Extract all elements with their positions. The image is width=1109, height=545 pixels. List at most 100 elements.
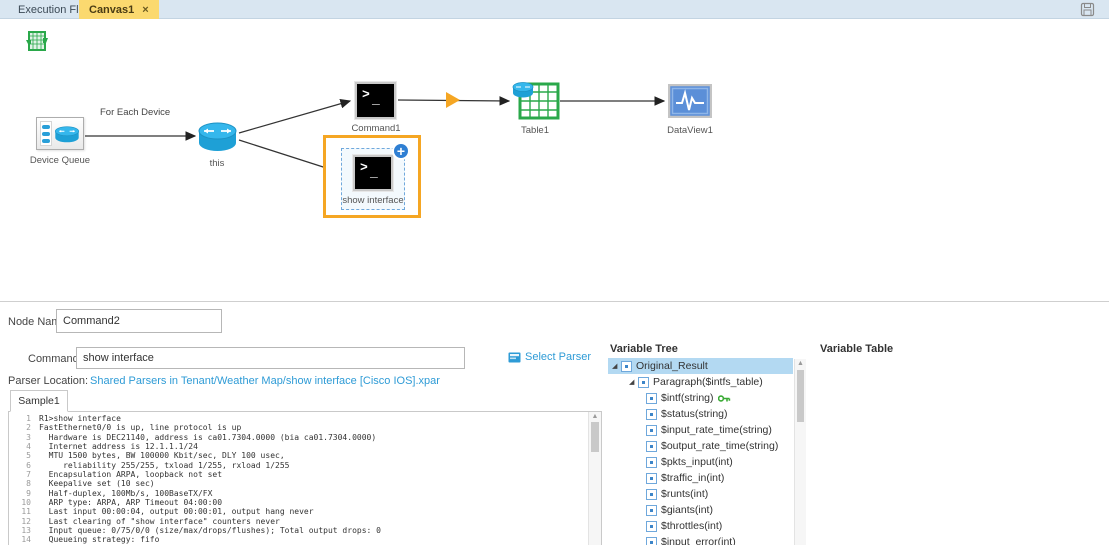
router-icon bbox=[54, 126, 80, 143]
node-dataview1-label: DataView1 bbox=[667, 125, 713, 136]
node-command1[interactable]: > _ bbox=[354, 81, 397, 120]
tree-item-label: $input_rate_time(string) bbox=[661, 424, 772, 436]
add-node-icon[interactable]: + bbox=[392, 142, 410, 160]
tree-item[interactable]: $throttles(int) bbox=[608, 518, 793, 534]
code-line: 13 Input queue: 0/75/0/0 (size/max/drops… bbox=[9, 526, 587, 535]
tree-item-label: Original_Result bbox=[636, 360, 708, 372]
line-number: 6 bbox=[26, 460, 31, 470]
tree-item-label: $input_error(int) bbox=[661, 536, 736, 545]
tree-item[interactable]: $output_rate_time(string) bbox=[608, 438, 793, 454]
line-number: 11 bbox=[21, 507, 31, 517]
code-text: Hardware is DEC21140, address is ca01.73… bbox=[39, 432, 377, 442]
tab-canvas1[interactable]: Canvas1 × bbox=[79, 0, 159, 19]
tree-item-label: $throttles(int) bbox=[661, 520, 723, 532]
variable-icon bbox=[646, 392, 657, 404]
node-command1-label: Command1 bbox=[351, 123, 401, 134]
expand-arrow-icon[interactable]: ◢ bbox=[612, 362, 621, 370]
line-number: 14 bbox=[21, 535, 31, 545]
code-text: R1>show interface bbox=[39, 414, 121, 423]
select-parser-button[interactable]: Select Parser bbox=[508, 351, 591, 363]
parser-location-link[interactable]: Shared Parsers in Tenant/Weather Map/sho… bbox=[90, 375, 440, 387]
variable-icon bbox=[646, 472, 657, 484]
variable-icon bbox=[646, 456, 657, 468]
tree-item[interactable]: $pkts_input(int) bbox=[608, 454, 793, 470]
line-number: 8 bbox=[26, 479, 31, 489]
code-line: 6 reliability 255/255, txload 1/255, rxl… bbox=[9, 461, 587, 470]
code-line: 8 Keepalive set (10 sec) bbox=[9, 479, 587, 488]
variable-icon bbox=[646, 408, 657, 420]
variable-tree-scrollbar[interactable]: ▲ bbox=[794, 359, 806, 545]
tree-item-label: Paragraph($intfs_table) bbox=[653, 376, 763, 388]
node-device-queue-label: Device Queue bbox=[29, 155, 91, 166]
tree-item[interactable]: $runts(int) bbox=[608, 486, 793, 502]
code-line: 2 FastEthernet0/0 is up, line protocol is… bbox=[9, 423, 587, 432]
select-parser-icon bbox=[508, 352, 521, 362]
line-number: 2 bbox=[26, 423, 31, 433]
code-line: 11 Last input 00:00:04, output 00:00:01,… bbox=[9, 507, 587, 516]
code-line: 14 Queueing strategy: fifo bbox=[9, 535, 587, 544]
code-text: MTU 1500 bytes, BW 100000 Kbit/sec, DLY … bbox=[39, 451, 285, 461]
queue-list-icon bbox=[40, 121, 52, 146]
node-table1[interactable] bbox=[512, 80, 560, 125]
tree-item-label: $status(string) bbox=[661, 408, 728, 420]
flow-canvas[interactable]: Device Queue For Each Device this > _ Com… bbox=[0, 19, 1109, 301]
save-icon[interactable] bbox=[1080, 2, 1095, 17]
line-number: 9 bbox=[26, 488, 31, 498]
node-dataview1[interactable] bbox=[667, 83, 713, 123]
tree-item-label: $output_rate_time(string) bbox=[661, 440, 779, 452]
close-icon[interactable]: × bbox=[142, 4, 148, 16]
node-this-label: this bbox=[209, 158, 225, 169]
variable-icon bbox=[638, 376, 649, 388]
variable-icon bbox=[621, 360, 632, 372]
terminal-icon: > bbox=[362, 87, 370, 102]
variable-tree: ◢ Original_Result ◢ Paragraph($intfs_table)… bbox=[608, 358, 793, 545]
variable-tree-title: Variable Tree bbox=[610, 343, 678, 355]
variable-table-title: Variable Table bbox=[820, 343, 894, 355]
tree-item[interactable]: $status(string) bbox=[608, 406, 793, 422]
tree-item-label: $giants(int) bbox=[661, 504, 713, 516]
flow-edges bbox=[85, 92, 666, 176]
tree-item[interactable]: ◢ Original_Result bbox=[608, 358, 793, 374]
tree-item-label: $pkts_input(int) bbox=[661, 456, 733, 468]
code-scrollbar[interactable]: ▲ bbox=[588, 412, 601, 545]
tab-canvas1-label: Canvas1 bbox=[89, 3, 135, 16]
select-parser-label: Select Parser bbox=[525, 351, 592, 363]
command-label: Command: bbox=[28, 353, 82, 365]
variable-icon bbox=[646, 424, 657, 436]
line-number: 4 bbox=[26, 442, 31, 452]
sample-code-editor[interactable]: 1 R1>show interface 2 FastEthernet0/0 is up… bbox=[8, 411, 602, 545]
code-text: Queueing strategy: fifo bbox=[39, 535, 160, 545]
tree-item-label: $runts(int) bbox=[661, 488, 709, 500]
code-text: Half-duplex, 100Mb/s, 100BaseTX/FX bbox=[39, 488, 213, 498]
loop-table-icon[interactable] bbox=[26, 30, 48, 57]
tree-item[interactable]: $giants(int) bbox=[608, 502, 793, 518]
command-input[interactable] bbox=[76, 347, 465, 369]
variable-icon bbox=[646, 488, 657, 500]
tree-item-label: $intf(string) bbox=[661, 392, 714, 404]
tree-item[interactable]: $intf(string) bbox=[608, 390, 793, 406]
code-text: Keepalive set (10 sec) bbox=[39, 479, 155, 489]
code-text: FastEthernet0/0 is up, line protocol is … bbox=[39, 423, 242, 433]
node-this[interactable] bbox=[197, 121, 238, 158]
expand-arrow-icon[interactable]: ◢ bbox=[629, 378, 638, 386]
tab-sample1-label: Sample1 bbox=[18, 395, 60, 407]
tree-item[interactable]: $traffic_in(int) bbox=[608, 470, 793, 486]
variable-icon bbox=[646, 536, 657, 545]
line-number: 3 bbox=[26, 432, 31, 442]
code-line: 7 Encapsulation ARPA, loopback not set bbox=[9, 470, 587, 479]
breakpoint-arrow-icon bbox=[446, 92, 460, 108]
code-line: 10 ARP type: ARPA, ARP Timeout 04:00:00 bbox=[9, 498, 587, 507]
properties-panel: Node Name: Command: Select Parser Parser… bbox=[0, 301, 1109, 545]
variable-icon bbox=[646, 520, 657, 532]
node-show-interface-selection[interactable]: > _ show interface + bbox=[323, 135, 421, 218]
tree-item[interactable]: ◢ Paragraph($intfs_table) bbox=[608, 374, 793, 390]
node-table1-label: Table1 bbox=[521, 125, 549, 136]
node-device-queue[interactable] bbox=[36, 117, 84, 150]
node-name-input[interactable] bbox=[56, 309, 222, 333]
tab-sample1[interactable]: Sample1 bbox=[10, 390, 68, 412]
code-line: 9 Half-duplex, 100Mb/s, 100BaseTX/FX bbox=[9, 489, 587, 498]
code-text: Input queue: 0/75/0/0 (size/max/drops/fl… bbox=[39, 526, 381, 536]
tree-item[interactable]: $input_rate_time(string) bbox=[608, 422, 793, 438]
tree-item[interactable]: $input_error(int) bbox=[608, 534, 793, 545]
code-line: 12 Last clearing of "show interface" cou… bbox=[9, 517, 587, 526]
